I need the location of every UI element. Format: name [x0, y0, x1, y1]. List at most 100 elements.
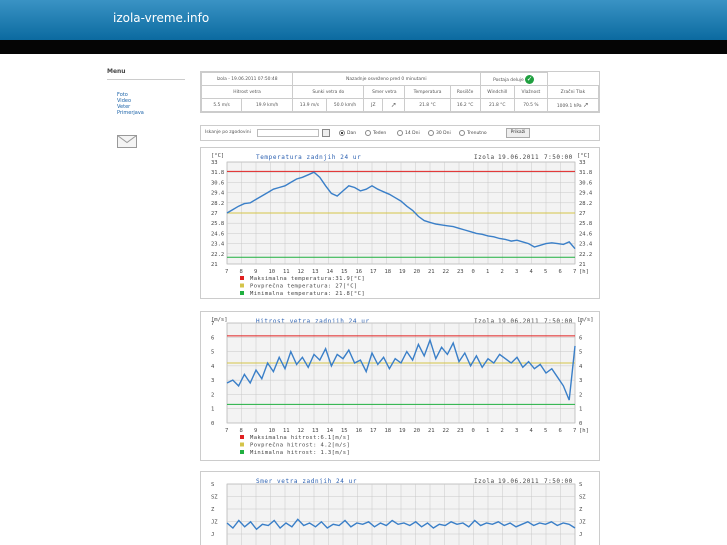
y-tick-right: 22.2: [579, 252, 592, 258]
radio-30days[interactable]: 30 Dni: [428, 130, 451, 136]
x-tick: 9: [254, 269, 257, 275]
x-tick: 3: [515, 269, 518, 275]
y-tick-left: 33: [211, 160, 218, 166]
header-gusts: Sunki vetra do: [292, 85, 365, 99]
x-tick: 22: [443, 269, 450, 275]
show-button[interactable]: Prikaži: [506, 128, 530, 138]
radio-14days[interactable]: 14 Dni: [397, 130, 420, 136]
x-tick: 20: [414, 428, 421, 434]
location-time: Izola - 19.06.2011 07:50:48: [200, 72, 294, 86]
y-tick-right: S: [579, 482, 582, 488]
y-tick-left: 4: [211, 364, 215, 370]
y-tick-left: SZ: [211, 495, 218, 501]
x-tick: 12: [298, 428, 305, 434]
radio-week-label: Teden: [373, 130, 387, 136]
x-tick: 14: [327, 269, 334, 275]
radio-current[interactable]: Trenutno: [459, 130, 487, 136]
legend-item: Maksimalna hitrost:6.1[m/s]: [250, 435, 350, 441]
header-humidity: Vlažnost: [513, 85, 548, 99]
header-band: [0, 40, 727, 54]
x-tick: 6: [559, 428, 562, 434]
header-wind-direction: Smer vetra: [363, 85, 406, 99]
value-pressure: 1009.1 hPa ➚: [546, 98, 600, 112]
site-title[interactable]: izola-vreme.info: [113, 11, 209, 25]
pressure-trend-icon: ➚: [582, 101, 589, 109]
radio-14days-label: 14 Dni: [405, 130, 420, 136]
value-wind-kmh: 19.9 km/h: [241, 98, 294, 112]
value-dewpoint: 16.2 °C: [449, 98, 481, 112]
header-wind-speed: Hitrost vetra: [200, 85, 294, 99]
x-tick: 0: [472, 428, 475, 434]
x-tick: 12: [298, 269, 305, 275]
y-tick-left: 7: [211, 321, 214, 327]
x-tick: 20: [414, 269, 421, 275]
y-tick-left: 21: [211, 262, 218, 268]
x-tick: 2: [501, 269, 504, 275]
x-tick: 16: [356, 269, 363, 275]
y-tick-right: 25.8: [579, 221, 592, 227]
chart-title: Temperatura zadnjih 24 ur: [256, 154, 361, 161]
y-tick-right: 4: [579, 364, 583, 370]
x-tick: 6: [559, 269, 562, 275]
legend-item: Povprečna temperatura: 27[°C]: [250, 283, 358, 290]
chart-date: 19.06.2011: [498, 154, 539, 161]
y-tick-right: 29.4: [579, 191, 593, 197]
legend-swatch: [240, 442, 244, 447]
radio-day[interactable]: Dan: [339, 130, 356, 136]
date-input[interactable]: [257, 129, 319, 137]
x-tick: 14: [327, 428, 334, 434]
x-tick: 1: [486, 428, 489, 434]
x-tick: 18: [385, 428, 392, 434]
current-conditions-panel: Izola - 19.06.2011 07:50:48 Nazadnje osv…: [200, 71, 600, 113]
radio-week[interactable]: Teden: [365, 130, 386, 136]
value-gust-ms: 13.9 m/s: [292, 98, 327, 112]
y-tick-right: 3: [579, 378, 582, 384]
x-tick: 7: [225, 269, 228, 275]
check-icon: ✓: [525, 74, 535, 84]
x-tick: 0: [472, 269, 475, 275]
legend-swatch: [240, 283, 244, 288]
x-tick: 5: [544, 269, 547, 275]
y-tick-left: 28.2: [211, 201, 224, 207]
mail-icon[interactable]: [117, 135, 137, 148]
wind-speed-chart: Hitrost vetra zadnjih 24 ur Izola 19.06.20…: [211, 317, 594, 456]
value-wind-ms: 5.5 m/s: [200, 98, 243, 112]
x-tick: 18: [385, 269, 392, 275]
update-status: Nazadnje osveženo pred 0 minutami: [292, 72, 481, 86]
y-tick-left: 23.4: [211, 242, 225, 248]
legend-item: Minimalna hitrost: 1.3[m/s]: [250, 450, 350, 456]
y-tick-right: 21: [579, 262, 586, 268]
y-tick-right: 5: [579, 350, 582, 356]
y-tick-left: Z: [211, 507, 215, 513]
wind-direction-chart-panel: Smer vetra zadnjih 24 ur Izola 19.06.2011 7…: [200, 471, 600, 545]
value-temperature: 21.8 °C: [404, 98, 451, 112]
y-tick-right: 6: [579, 335, 582, 341]
x-unit: [h]: [579, 269, 589, 275]
legend-item: Povprečna hitrost: 4.2[m/s]: [250, 442, 350, 449]
calendar-icon[interactable]: [322, 129, 330, 137]
value-windchill: 21.8 °C: [479, 98, 515, 112]
y-tick-right: 27: [579, 211, 586, 217]
station-status-label: Postaja deluje: [493, 77, 524, 83]
history-search-bar: Iskanje po zgodovini Dan Teden 14 Dni 30…: [200, 125, 600, 141]
x-tick: 11: [283, 269, 290, 275]
y-tick-left: 31.8: [211, 170, 224, 176]
y-tick-left: 0: [211, 421, 214, 427]
site-header: izola-vreme.info: [0, 0, 727, 40]
x-tick: 23: [457, 428, 464, 434]
value-gust-kmh: 50.0 km/h: [325, 98, 365, 112]
station-status: Postaja deluje ✓: [479, 72, 548, 86]
x-tick: 15: [341, 428, 348, 434]
x-tick: 23: [457, 269, 464, 275]
menu-link-primerjava[interactable]: Primerjava: [117, 110, 185, 116]
x-tick: 15: [341, 269, 348, 275]
y-tick-left: J: [211, 532, 214, 538]
x-tick: 17: [370, 428, 377, 434]
x-tick: 3: [515, 428, 518, 434]
y-tick-right: SZ: [579, 495, 586, 501]
y-tick-right: 28.2: [579, 201, 592, 207]
y-tick-left: 1: [211, 407, 214, 413]
x-tick: 19: [399, 428, 406, 434]
y-tick-right: 2: [579, 392, 582, 398]
y-tick-right: 1: [579, 407, 582, 413]
